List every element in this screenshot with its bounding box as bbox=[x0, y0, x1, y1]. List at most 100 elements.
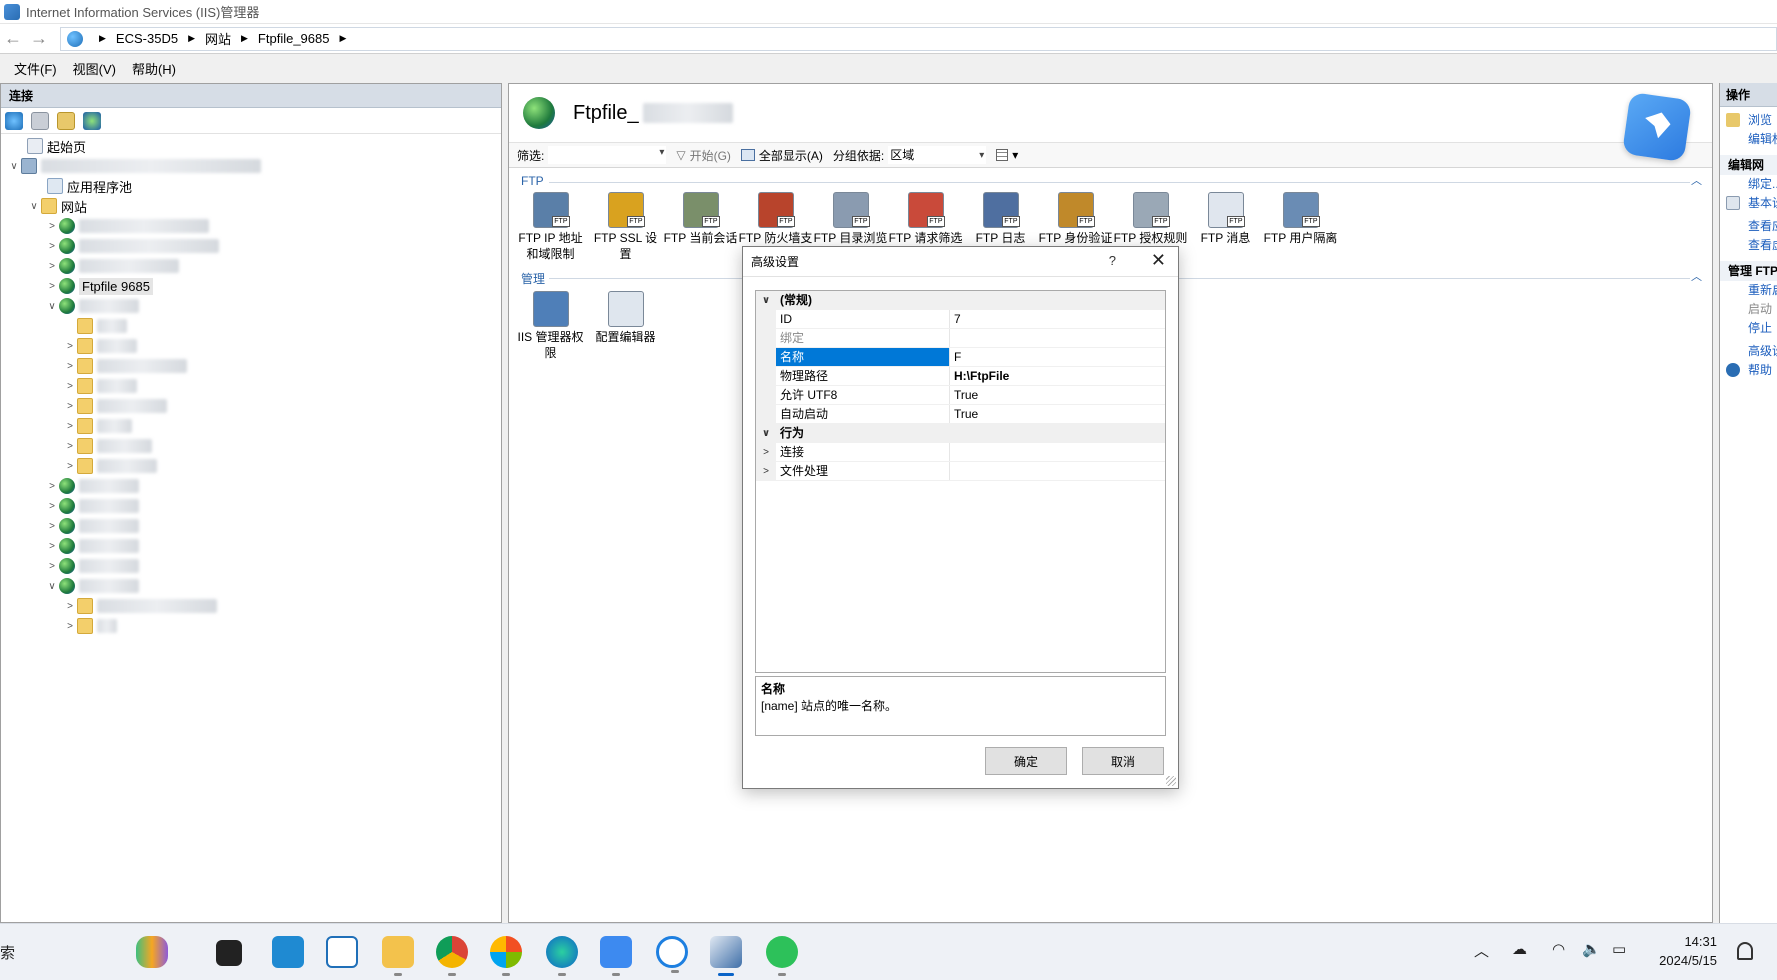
chevron-right-icon[interactable]: > bbox=[45, 541, 59, 552]
feature-item[interactable]: IIS 管理器权限 bbox=[513, 291, 588, 361]
action-stop[interactable]: 停止 bbox=[1720, 319, 1777, 338]
chat-app-icon[interactable] bbox=[656, 936, 688, 973]
tree-item-site[interactable]: > bbox=[1, 556, 501, 576]
action-restart[interactable]: 重新启 bbox=[1720, 281, 1777, 300]
window-app-icon[interactable] bbox=[326, 936, 358, 968]
property-value[interactable] bbox=[950, 329, 1165, 347]
tree-item-folder[interactable]: > bbox=[1, 336, 501, 356]
action-browse[interactable]: 浏览 bbox=[1720, 111, 1777, 130]
action-view-vdirs[interactable]: 查看虚 bbox=[1720, 236, 1777, 255]
edge-icon[interactable] bbox=[546, 936, 578, 976]
chevron-right-icon[interactable]: > bbox=[63, 461, 77, 472]
property-row[interactable]: 允许 UTF8 True bbox=[756, 386, 1165, 405]
action-basic-settings[interactable]: 基本设 bbox=[1720, 194, 1777, 213]
action-view-apps[interactable]: 查看应 bbox=[1720, 217, 1777, 236]
tree-item-folder[interactable]: > bbox=[1, 376, 501, 396]
menu-help[interactable]: 帮助(H) bbox=[132, 59, 176, 78]
tree-item-site[interactable]: > bbox=[1, 216, 501, 236]
help-button[interactable]: ? bbox=[1109, 253, 1116, 268]
up-folder-icon[interactable] bbox=[57, 111, 75, 130]
terminal-icon[interactable] bbox=[216, 940, 242, 966]
action-advanced-settings[interactable]: 高级设 bbox=[1720, 342, 1777, 361]
tree-item-folder[interactable]: > bbox=[1, 596, 501, 616]
chevron-right-icon[interactable]: > bbox=[45, 261, 59, 272]
property-category[interactable]: ∨ (常规) bbox=[756, 291, 1165, 310]
property-value[interactable] bbox=[950, 443, 1165, 461]
chevron-down-icon[interactable]: ∨ bbox=[756, 291, 776, 309]
tree-item-folder[interactable]: > bbox=[1, 396, 501, 416]
tree-item-folder[interactable]: > bbox=[1, 456, 501, 476]
chevron-down-icon[interactable]: ∨ bbox=[45, 301, 59, 312]
tree-item-folder[interactable]: > bbox=[1, 616, 501, 636]
taskbar-search[interactable]: 索 bbox=[0, 942, 15, 963]
chevron-down-icon[interactable]: ∨ bbox=[756, 424, 776, 442]
wechat-icon[interactable] bbox=[766, 936, 798, 976]
menu-file[interactable]: 文件(F) bbox=[14, 59, 57, 78]
property-value[interactable]: 7 bbox=[950, 310, 1165, 328]
cloud-icon[interactable]: ☁ bbox=[1512, 940, 1527, 958]
chevron-right-icon[interactable]: > bbox=[63, 601, 77, 612]
chevron-right-icon[interactable]: > bbox=[63, 381, 77, 392]
property-row[interactable]: 物理路径 H:\FtpFile bbox=[756, 367, 1165, 386]
chevron-right-icon[interactable]: ▶ bbox=[99, 33, 106, 44]
chevron-right-icon[interactable]: > bbox=[45, 561, 59, 572]
back-button[interactable]: ← bbox=[0, 26, 26, 52]
breadcrumb-site[interactable]: Ftpfile_9685 bbox=[258, 31, 330, 46]
property-row[interactable]: 自动启动 True bbox=[756, 405, 1165, 424]
ok-button[interactable]: 确定 bbox=[985, 747, 1067, 775]
property-value[interactable]: True bbox=[950, 386, 1165, 404]
hands-app-icon[interactable] bbox=[136, 936, 168, 968]
tray-overflow-icon[interactable]: ︿ bbox=[1474, 940, 1489, 961]
view-mode-button[interactable]: ▾ bbox=[996, 148, 1018, 162]
forward-button[interactable]: → bbox=[26, 26, 52, 52]
tree-item-folder[interactable]: > bbox=[1, 416, 501, 436]
chevron-down-icon[interactable]: ∨ bbox=[7, 161, 21, 172]
chevron-right-icon[interactable]: > bbox=[756, 462, 776, 480]
filter-input[interactable] bbox=[548, 146, 667, 164]
save-icon[interactable] bbox=[31, 111, 49, 130]
connect-icon[interactable] bbox=[5, 111, 23, 130]
volume-muted-icon[interactable]: 🔈 bbox=[1582, 940, 1601, 958]
chevron-right-icon[interactable]: > bbox=[63, 361, 77, 372]
collapse-icon[interactable]: ︿ bbox=[1691, 268, 1702, 284]
tree-item-sites[interactable]: ∨ 网站 bbox=[1, 196, 501, 216]
tree-item-site[interactable]: > bbox=[1, 496, 501, 516]
tree-item-folder[interactable]: > bbox=[1, 436, 501, 456]
clock[interactable]: 14:31 2024/5/15 bbox=[1659, 932, 1717, 970]
chrome-icon[interactable] bbox=[436, 936, 468, 976]
tree-item-site[interactable]: > bbox=[1, 516, 501, 536]
chevron-down-icon[interactable]: ∨ bbox=[27, 201, 41, 212]
breadcrumb[interactable]: ▶ ECS-35D5 ▶ 网站 ▶ Ftpfile_9685 ▶ bbox=[60, 26, 1777, 51]
action-help[interactable]: 帮助 bbox=[1720, 361, 1777, 380]
chevron-right-icon[interactable]: > bbox=[63, 441, 77, 452]
chevron-right-icon[interactable]: > bbox=[63, 401, 77, 412]
feature-item[interactable]: FTP FTP 消息 bbox=[1188, 192, 1263, 262]
bird-app-icon[interactable] bbox=[600, 936, 632, 976]
start-filter-button[interactable]: ▽ 开始(G) bbox=[676, 147, 731, 164]
feature-item[interactable]: FTP FTP IP 地址和域限制 bbox=[513, 192, 588, 262]
tree-item-app-pools[interactable]: 应用程序池 bbox=[1, 176, 501, 196]
property-row[interactable]: > 连接 bbox=[756, 443, 1165, 462]
show-all-button[interactable]: 全部显示(A) bbox=[740, 147, 823, 164]
action-edit-permissions[interactable]: 编辑权 bbox=[1720, 130, 1777, 149]
tree-item-folder[interactable] bbox=[1, 316, 501, 336]
feature-item[interactable]: FTP FTP 用户隔离 bbox=[1263, 192, 1338, 262]
tree-item-start-page[interactable]: 起始页 bbox=[1, 136, 501, 156]
file-explorer-icon[interactable] bbox=[382, 936, 414, 976]
chevron-right-icon[interactable]: > bbox=[63, 621, 77, 632]
tree-item-site[interactable]: > bbox=[1, 236, 501, 256]
property-row[interactable]: > 文件处理 bbox=[756, 462, 1165, 481]
chevron-right-icon[interactable]: ▶ bbox=[339, 33, 346, 44]
wifi-icon[interactable]: ◠ bbox=[1552, 940, 1565, 958]
tree-item-server[interactable]: ∨ bbox=[1, 156, 501, 176]
chevron-right-icon[interactable]: ▶ bbox=[241, 33, 248, 44]
tree-item-site[interactable]: > bbox=[1, 476, 501, 496]
chevron-right-icon[interactable]: > bbox=[45, 281, 59, 292]
menu-view[interactable]: 视图(V) bbox=[73, 59, 116, 78]
chevron-down-icon[interactable]: ∨ bbox=[45, 581, 59, 592]
breadcrumb-sites[interactable]: 网站 bbox=[205, 29, 231, 48]
chevron-right-icon[interactable]: > bbox=[756, 443, 776, 461]
battery-icon[interactable]: ▭ bbox=[1612, 940, 1626, 958]
property-value[interactable]: F bbox=[950, 348, 1165, 366]
chevron-right-icon[interactable]: > bbox=[63, 421, 77, 432]
